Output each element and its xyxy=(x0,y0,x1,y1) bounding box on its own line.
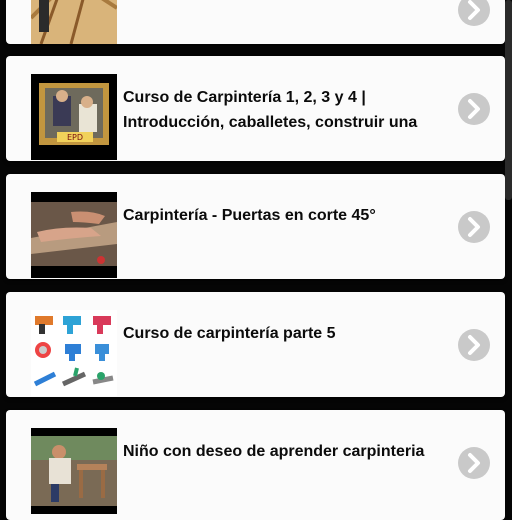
svg-text:EPD: EPD xyxy=(67,133,83,142)
chevron-right-icon[interactable] xyxy=(458,0,490,26)
chevron-right-icon[interactable] xyxy=(458,447,490,479)
chevron-right-icon[interactable] xyxy=(458,211,490,243)
video-thumbnail xyxy=(31,310,117,396)
video-thumbnail xyxy=(31,192,117,278)
video-title: Niño con deseo de aprender carpinteria xyxy=(123,443,425,460)
video-thumbnail xyxy=(31,0,117,44)
video-title: Carpintería - Puertas en corte 45° xyxy=(123,207,376,224)
scrollbar[interactable] xyxy=(505,0,512,200)
list-item[interactable]: Carpintería - Puertas en corte 45° xyxy=(6,174,505,279)
video-thumbnail: EPD xyxy=(31,74,117,160)
video-title: Curso de Carpintería 1, 2, 3 y 4 | Intro… xyxy=(123,89,418,131)
chevron-right-icon[interactable] xyxy=(458,93,490,125)
video-thumbnail xyxy=(31,428,117,514)
list-item[interactable]: Curso de carpintería parte 5 xyxy=(6,292,505,397)
list-item[interactable]: Niño con deseo de aprender carpinteria xyxy=(6,410,505,520)
video-title: Curso de carpintería parte 5 xyxy=(123,325,336,342)
list-item[interactable] xyxy=(6,0,505,44)
video-list: EPD Curso de Carpintería 1, 2, 3 y 4 | I… xyxy=(0,0,512,520)
chevron-right-icon[interactable] xyxy=(458,329,490,361)
list-item[interactable]: EPD Curso de Carpintería 1, 2, 3 y 4 | I… xyxy=(6,56,505,161)
